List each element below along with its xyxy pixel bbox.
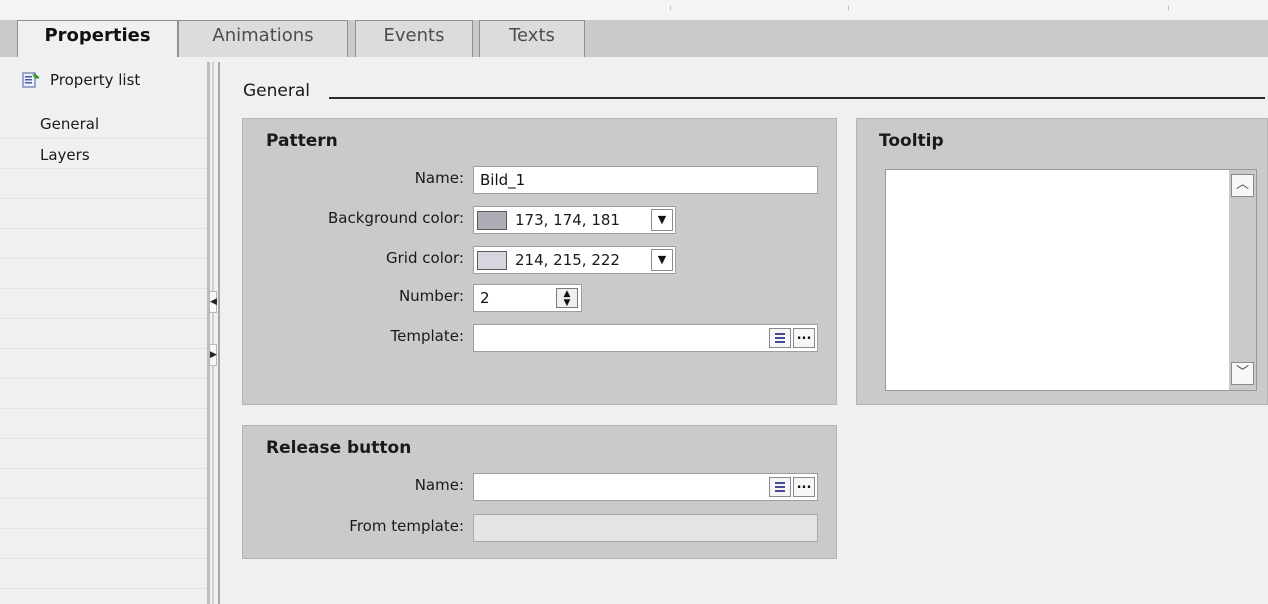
property-list-header[interactable]: Property list: [22, 69, 140, 91]
release-button-group: Release button Name: ... From template:: [242, 425, 837, 559]
number-stepper[interactable]: 2 ▲ ▼: [473, 284, 582, 312]
background-color-label: Background color:: [328, 209, 464, 227]
template-label: Template:: [390, 327, 465, 345]
tooltip-title: Tooltip: [879, 131, 944, 151]
list-rows: [0, 109, 207, 604]
ellipsis-icon[interactable]: ...: [793, 477, 815, 497]
up-down-spinner-icon[interactable]: ▲ ▼: [556, 288, 578, 308]
triangle-right-icon[interactable]: ▶: [209, 344, 217, 366]
pattern-group: Pattern Name: Bild_1 Background color: 1…: [242, 118, 837, 405]
splitter[interactable]: ◀ ▶: [207, 62, 221, 604]
from-template-label: From template:: [349, 517, 464, 535]
chevron-down-icon[interactable]: ﹀: [1231, 362, 1254, 385]
release-button-title: Release button: [266, 438, 412, 458]
name-label: Name:: [414, 169, 464, 187]
background-color-value: 173, 174, 181: [515, 211, 620, 229]
splitter-edge: [207, 62, 210, 604]
tab-events[interactable]: Events: [355, 20, 473, 57]
grid-color-swatch: [477, 251, 507, 270]
number-value: 2: [480, 289, 490, 307]
tooltip-textarea[interactable]: ︿ ﹀: [885, 169, 1257, 391]
grid-color-picker[interactable]: 214, 215, 222 ▼: [473, 246, 676, 274]
section-divider: [329, 97, 1265, 99]
main-panel: General Pattern Name: Bild_1 Background …: [221, 57, 1268, 604]
release-name-field[interactable]: ...: [473, 473, 818, 501]
splitter-edge: [218, 62, 220, 604]
top-strip: [0, 0, 1268, 20]
list-icon[interactable]: [769, 477, 791, 497]
from-template-field: [473, 514, 818, 542]
chevron-up-icon[interactable]: ︿: [1231, 174, 1254, 197]
tab-texts[interactable]: Texts: [479, 20, 585, 57]
grid-color-value: 214, 215, 222: [515, 251, 620, 269]
tooltip-group: Tooltip ︿ ﹀: [856, 118, 1268, 405]
template-field[interactable]: ...: [473, 324, 818, 352]
property-list-label: Property list: [50, 71, 141, 89]
list-icon[interactable]: [769, 328, 791, 348]
pattern-title: Pattern: [266, 131, 338, 151]
tab-properties[interactable]: Properties: [17, 20, 178, 58]
chevron-down-icon[interactable]: ▼: [651, 249, 673, 271]
number-label: Number:: [398, 287, 464, 305]
background-color-picker[interactable]: 173, 174, 181 ▼: [473, 206, 676, 234]
tooltip-scrollbar[interactable]: ︿ ﹀: [1229, 170, 1256, 390]
splitter-edge: [212, 62, 214, 604]
release-name-label: Name:: [414, 476, 464, 494]
ruler-tick: [670, 6, 671, 10]
sidebar-item-layers[interactable]: Layers: [40, 146, 90, 164]
ellipsis-icon[interactable]: ...: [793, 328, 815, 348]
sidebar-item-general[interactable]: General: [40, 115, 99, 133]
triangle-left-icon[interactable]: ◀: [209, 291, 217, 313]
section-title: General: [243, 81, 310, 101]
background-color-swatch: [477, 211, 507, 230]
property-list-icon: [22, 72, 40, 88]
ruler-tick: [1168, 6, 1169, 10]
tab-bar: Properties Animations Events Texts: [0, 20, 1268, 58]
name-field[interactable]: Bild_1: [473, 166, 818, 194]
tab-animations[interactable]: Animations: [178, 20, 348, 57]
ruler-tick: [848, 6, 849, 10]
property-list-pane: Property list General Layers: [0, 57, 207, 604]
chevron-down-icon[interactable]: ▼: [651, 209, 673, 231]
grid-color-label: Grid color:: [386, 249, 464, 267]
